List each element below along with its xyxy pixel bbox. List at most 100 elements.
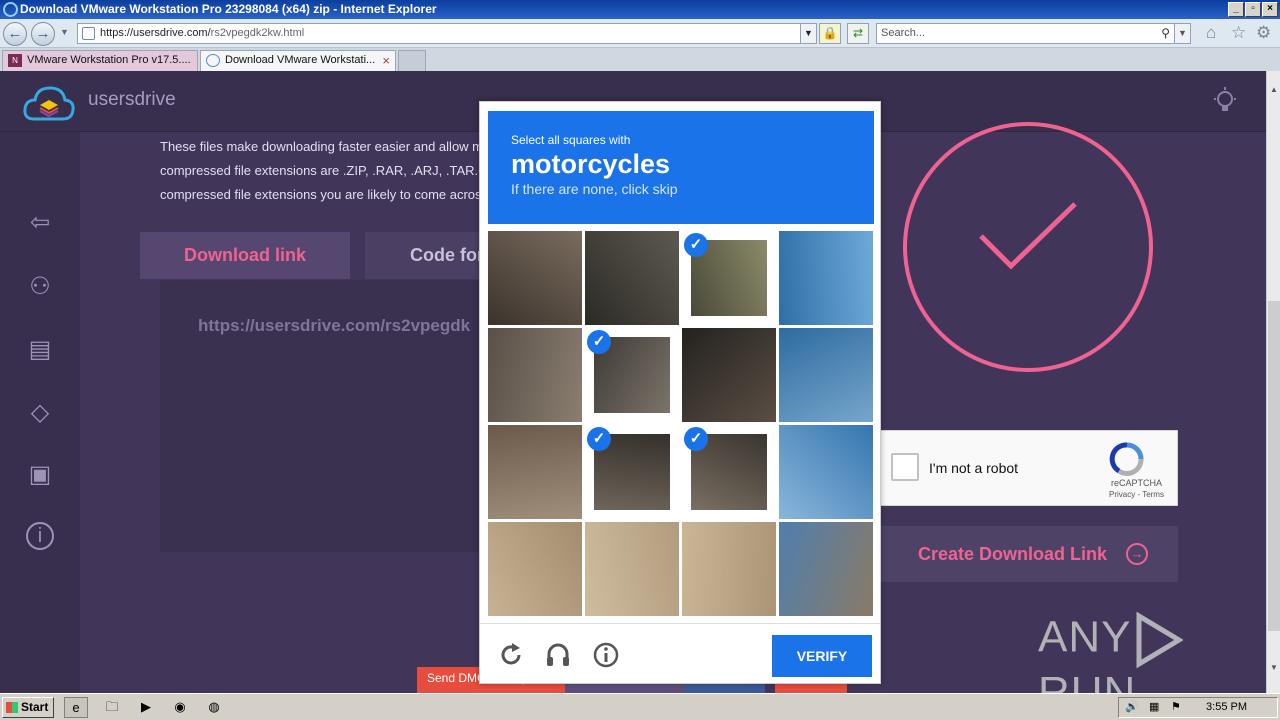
address-url-host: https://usersdrive.com/ xyxy=(100,27,211,39)
search-placeholder: Search... xyxy=(881,27,926,39)
captcha-challenge-dialog: Select all squares with motorcycles If t… xyxy=(479,101,881,684)
windows-flag-icon xyxy=(6,702,18,713)
captcha-tile-image xyxy=(779,231,873,325)
captcha-tile[interactable] xyxy=(488,522,582,616)
captcha-tile-image xyxy=(779,328,873,422)
captcha-tile[interactable] xyxy=(779,425,873,519)
lightbulb-icon[interactable] xyxy=(1212,87,1238,115)
taskbar-chrome-icon[interactable]: ◉ xyxy=(168,697,192,718)
address-dropdown-icon[interactable]: ▼ xyxy=(800,24,816,43)
captcha-tile[interactable] xyxy=(779,522,873,616)
captcha-tile[interactable]: ✓ xyxy=(682,231,776,325)
money-icon[interactable]: ▣ xyxy=(24,460,56,492)
address-url-path: rs2vpegdk2kw.html xyxy=(210,27,305,39)
usersdrive-logo-icon xyxy=(23,86,75,121)
captcha-tile[interactable] xyxy=(682,328,776,422)
reload-icon[interactable] xyxy=(498,642,524,668)
tab-download-active[interactable]: Download VMware Workstati... × xyxy=(200,50,396,71)
taskbar-ie-icon[interactable]: e xyxy=(64,697,88,718)
page-favicon-icon xyxy=(206,54,220,67)
favorites-star-icon[interactable]: ☆ xyxy=(1231,23,1246,43)
scroll-up-icon[interactable]: ▲ xyxy=(1267,85,1280,99)
captcha-tile[interactable] xyxy=(488,328,582,422)
create-download-link-button[interactable]: Create Download Link → xyxy=(880,526,1178,582)
site-favicon-icon: N xyxy=(8,54,22,67)
new-tab-button[interactable] xyxy=(398,50,426,71)
verify-button[interactable]: VERIFY xyxy=(772,635,872,677)
captcha-tile[interactable]: ✓ xyxy=(585,425,679,519)
tab-vmware[interactable]: N VMware Workstation Pro v17.5.... xyxy=(2,50,198,71)
home-icon[interactable]: ⌂ xyxy=(1206,23,1216,43)
captcha-tile[interactable]: ✓ xyxy=(585,328,679,422)
security-flag-icon[interactable]: ⚑ xyxy=(1171,698,1181,717)
maximize-button[interactable]: ▫ xyxy=(1245,2,1261,17)
sidebar: ⇦ ⚇ ▤ ◇ ▣ i xyxy=(0,132,80,693)
not-a-robot-checkbox[interactable] xyxy=(891,453,919,481)
taskbar-media-player-icon[interactable]: ▶ xyxy=(134,697,158,718)
start-label: Start xyxy=(21,700,49,714)
captcha-footer: VERIFY xyxy=(480,623,880,683)
recaptcha-terms[interactable]: Privacy - Terms xyxy=(1109,490,1164,499)
taskbar-explorer-icon[interactable]: 🗀 xyxy=(100,697,124,718)
search-input[interactable]: Search... ⚲ ▼ xyxy=(876,23,1191,44)
audio-headphones-icon[interactable] xyxy=(545,642,571,668)
back-button[interactable]: ← xyxy=(3,22,27,46)
refresh-icon[interactable]: ⇄ xyxy=(847,23,869,44)
volume-icon[interactable]: 🔊 xyxy=(1125,698,1139,717)
tab-close-icon[interactable]: × xyxy=(382,51,390,70)
watermark-play-icon xyxy=(1136,612,1184,668)
tab-strip: N VMware Workstation Pro v17.5.... Downl… xyxy=(0,48,1280,71)
search-icon[interactable]: ⚲ xyxy=(1161,24,1170,43)
captcha-tile-image xyxy=(682,328,776,422)
history-dropdown-icon[interactable]: ▼ xyxy=(60,27,69,37)
tab-label: VMware Workstation Pro v17.5.... xyxy=(27,54,191,66)
add-user-icon[interactable]: ⚇ xyxy=(24,272,56,304)
forward-button[interactable]: → xyxy=(31,22,55,46)
arrow-right-icon: → xyxy=(1126,543,1148,565)
captcha-tile[interactable] xyxy=(682,522,776,616)
close-button[interactable]: × xyxy=(1262,2,1278,17)
captcha-hint: If there are none, click skip xyxy=(511,181,678,197)
minimize-button[interactable]: _ xyxy=(1228,2,1244,17)
help-info-icon[interactable] xyxy=(593,642,619,668)
tile-selected-check-icon: ✓ xyxy=(587,427,611,451)
premium-diamond-icon[interactable]: ◇ xyxy=(24,398,56,430)
login-icon[interactable]: ⇦ xyxy=(24,208,56,240)
system-tray: 🔊 ▦ ⚑ 3:55 PM xyxy=(1118,697,1278,718)
captcha-tile[interactable]: ✓ xyxy=(682,425,776,519)
download-url-text: https://usersdrive.com/rs2vpegdk xyxy=(198,316,471,335)
captcha-tile-image xyxy=(779,522,873,616)
captcha-tile[interactable] xyxy=(585,231,679,325)
network-icon[interactable]: ▦ xyxy=(1149,698,1159,717)
captcha-target-object: motorcycles xyxy=(511,149,671,179)
description-line-1: These files make downloading faster easi… xyxy=(160,139,484,154)
not-a-robot-label: I'm not a robot xyxy=(929,460,1019,476)
captcha-tile[interactable] xyxy=(779,231,873,325)
address-bar[interactable]: https://usersdrive.com/rs2vpegdk2kw.html… xyxy=(77,23,817,44)
download-link-tab[interactable]: Download link xyxy=(140,232,350,279)
captcha-tile[interactable] xyxy=(585,522,679,616)
site-brand[interactable]: usersdrive xyxy=(88,89,176,111)
start-button[interactable]: Start xyxy=(2,697,54,718)
recaptcha-logo-icon xyxy=(1109,442,1144,476)
success-circle xyxy=(903,122,1153,372)
captcha-tile[interactable] xyxy=(488,231,582,325)
lock-icon[interactable]: 🔒 xyxy=(819,23,841,44)
recaptcha-widget: I'm not a robot reCAPTCHA Privacy - Term… xyxy=(880,430,1178,506)
info-icon[interactable]: i xyxy=(26,522,54,550)
captcha-tile-image xyxy=(488,425,582,519)
captcha-tile[interactable] xyxy=(779,328,873,422)
taskbar-edge-icon[interactable]: ◍ xyxy=(202,697,226,718)
page-scrollbar[interactable]: ▲ ▼ xyxy=(1266,71,1280,693)
watermark-left: ANY xyxy=(1038,612,1132,662)
news-icon[interactable]: ▤ xyxy=(24,335,56,367)
tools-gear-icon[interactable]: ⚙ xyxy=(1256,23,1271,43)
captcha-tile-image xyxy=(779,425,873,519)
captcha-tile-image xyxy=(488,231,582,325)
scroll-thumb[interactable] xyxy=(1268,301,1280,631)
search-dropdown-icon[interactable]: ▼ xyxy=(1174,24,1190,43)
clock: 3:55 PM xyxy=(1206,701,1247,713)
checkmark-icon xyxy=(979,202,1077,270)
tile-selected-check-icon: ✓ xyxy=(684,427,708,451)
captcha-tile[interactable] xyxy=(488,425,582,519)
